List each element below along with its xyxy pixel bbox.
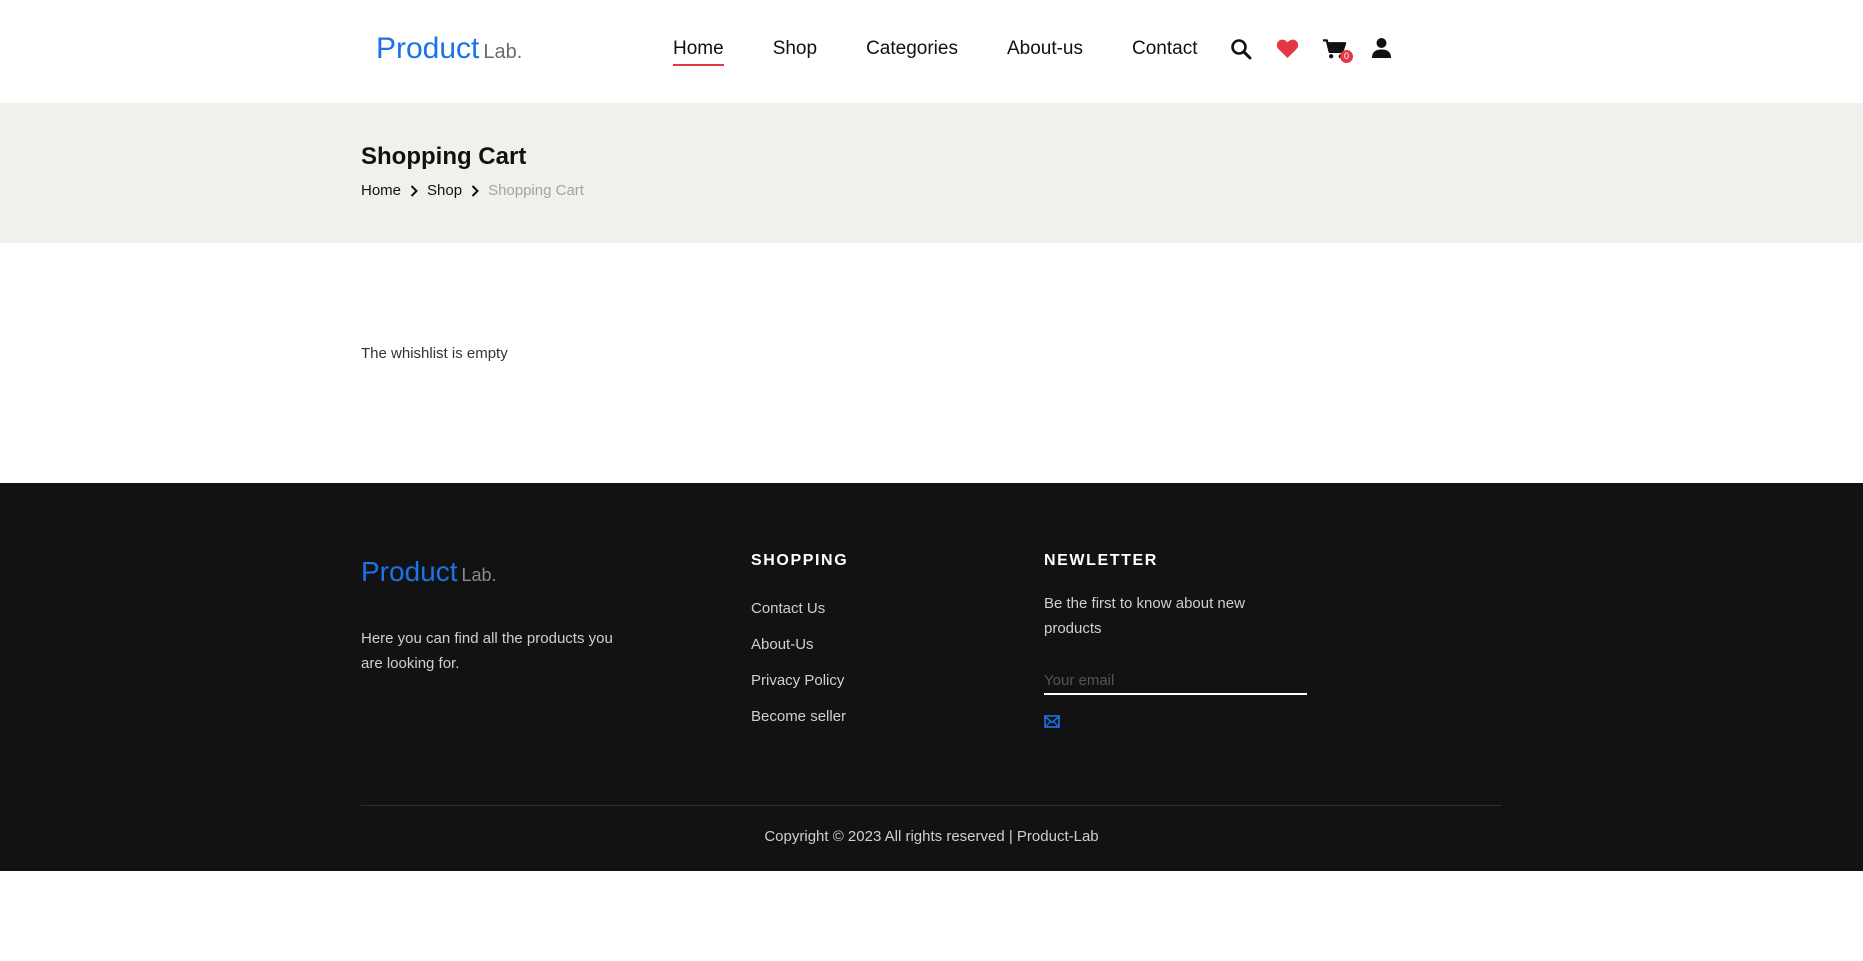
- copyright-text: Copyright © 2023 All rights reserved | P…: [764, 828, 1099, 845]
- nav-shop[interactable]: Shop: [773, 38, 817, 66]
- site-logo[interactable]: Product Lab.: [376, 32, 522, 66]
- breadcrumb-shop[interactable]: Shop: [427, 182, 462, 199]
- page-banner: Shopping Cart Home Shop Shopping Cart: [0, 103, 1863, 243]
- breadcrumb-home[interactable]: Home: [361, 182, 401, 199]
- nav-home[interactable]: Home: [673, 38, 724, 66]
- footer-link-become-seller[interactable]: Become seller: [751, 708, 846, 744]
- envelope-icon[interactable]: [1044, 715, 1060, 728]
- footer-description: Here you can find all the products you a…: [361, 630, 613, 672]
- footer-logo[interactable]: Product Lab.: [361, 556, 497, 588]
- nav-contact[interactable]: Contact: [1132, 38, 1197, 66]
- footer-shopping-heading: SHOPPING: [751, 552, 849, 569]
- chevron-right-icon: [470, 184, 480, 197]
- footer-newsletter-heading: NEWLETTER: [1044, 552, 1158, 569]
- footer-link-contact-us[interactable]: Contact Us: [751, 600, 846, 636]
- logo-sub-text: Lab.: [483, 41, 523, 63]
- footer-link-about-us[interactable]: About-Us: [751, 636, 846, 672]
- footer-logo-sub-text: Lab.: [461, 565, 497, 585]
- footer-newsletter-text: Be the first to know about new products: [1044, 595, 1245, 637]
- logo-main-text: Product: [376, 32, 480, 65]
- site-header: Product Lab. Home Shop Categories About-u…: [0, 0, 1863, 103]
- breadcrumb: Home Shop Shopping Cart: [361, 182, 584, 199]
- footer-divider: [361, 805, 1502, 806]
- footer-logo-main-text: Product: [361, 556, 458, 587]
- user-icon[interactable]: [1372, 37, 1391, 59]
- newsletter-email-input[interactable]: [1044, 668, 1307, 695]
- nav-categories[interactable]: Categories: [866, 38, 958, 66]
- footer-link-privacy-policy[interactable]: Privacy Policy: [751, 672, 846, 708]
- empty-message: The whishlist is empty: [361, 345, 508, 362]
- breadcrumb-current: Shopping Cart: [488, 182, 584, 199]
- nav-about-us[interactable]: About-us: [1007, 38, 1083, 66]
- footer-shopping-links: Contact Us About-Us Privacy Policy Becom…: [751, 600, 846, 744]
- heart-icon[interactable]: [1276, 38, 1299, 59]
- chevron-right-icon: [409, 184, 419, 197]
- search-icon[interactable]: [1230, 38, 1252, 60]
- main-nav: Home Shop Categories About-us Contact: [673, 38, 1246, 66]
- site-footer: Product Lab. Here you can find all the pr…: [0, 483, 1863, 871]
- cart-count-badge: 0: [1340, 50, 1353, 63]
- page-title: Shopping Cart: [361, 143, 527, 170]
